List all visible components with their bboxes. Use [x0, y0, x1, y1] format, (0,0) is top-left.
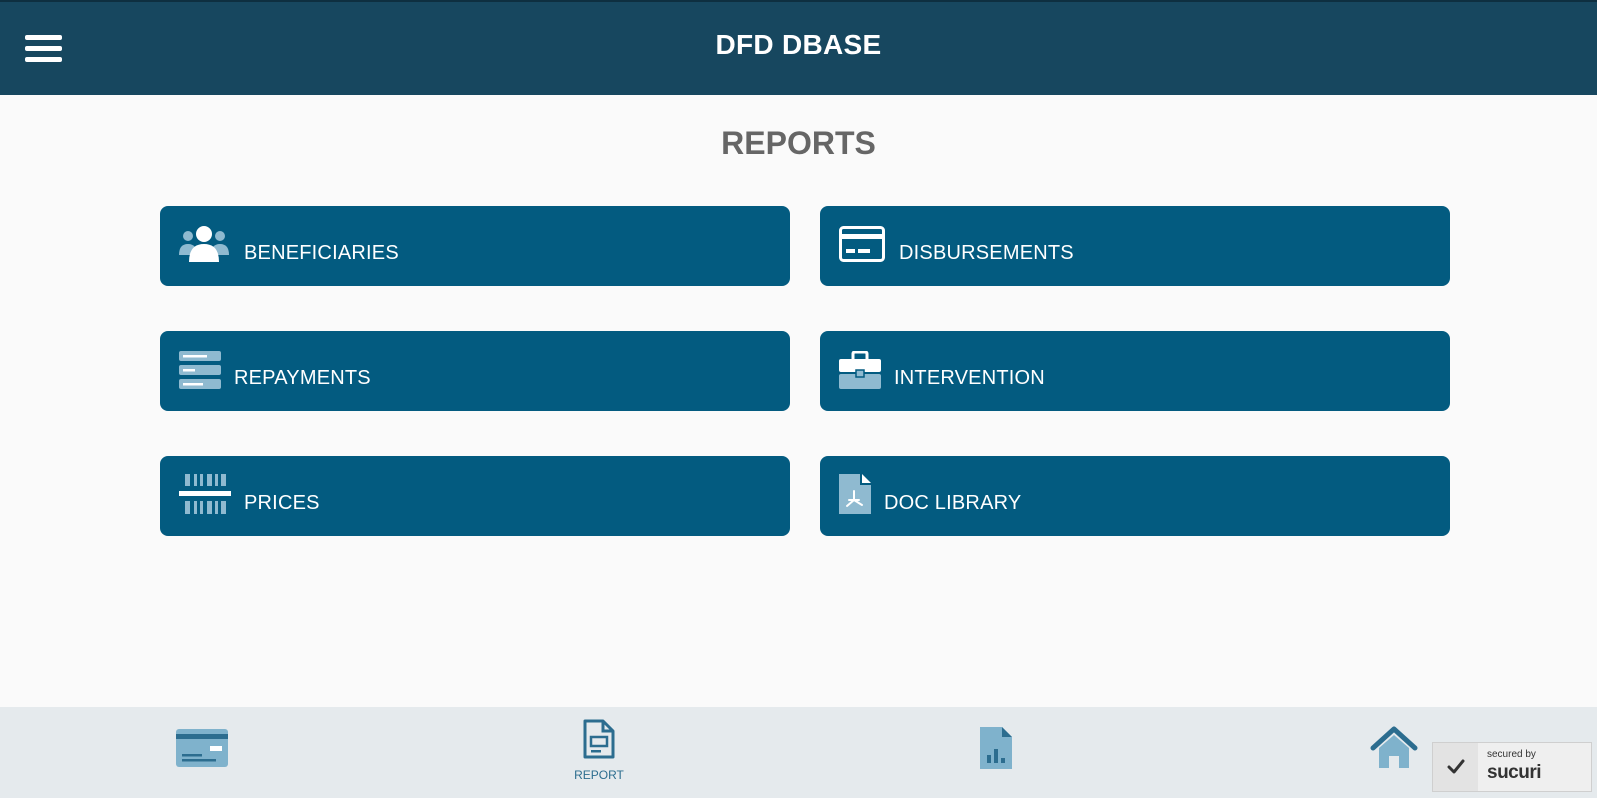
app-title: DFD DBASE — [715, 29, 882, 60]
nav-report-button[interactable]: REPORT — [559, 719, 639, 797]
app-header: DFD DBASE — [0, 0, 1597, 95]
bottom-nav: REPORT — [0, 707, 1597, 798]
prices-button[interactable]: PRICES — [160, 456, 790, 536]
tile-label: REPAYMENTS — [234, 367, 371, 389]
page-title: REPORTS — [721, 125, 876, 161]
nav-statistics-button[interactable] — [980, 727, 1012, 769]
nav-card-button[interactable] — [176, 729, 228, 769]
doc-library-button[interactable]: DOC LIBRARY — [820, 456, 1450, 536]
disbursements-button[interactable]: DISBURSEMENTS — [820, 206, 1450, 286]
tile-label: INTERVENTION — [894, 367, 1045, 389]
briefcase-icon — [839, 351, 881, 389]
sucuri-security-badge[interactable]: secured by sucuri — [1432, 742, 1592, 792]
badge-brand-text: sucuri — [1487, 762, 1542, 783]
beneficiaries-button[interactable]: BENEFICIARIES — [160, 206, 790, 286]
report-document-icon — [583, 719, 615, 759]
home-icon — [1370, 726, 1418, 768]
tile-label: DOC LIBRARY — [884, 492, 1022, 514]
credit-card-icon — [839, 226, 885, 262]
list-rows-icon — [179, 351, 221, 389]
checkmark-icon — [1433, 743, 1478, 791]
tile-label: DISBURSEMENTS — [899, 242, 1074, 264]
nav-home-button[interactable] — [1370, 726, 1418, 770]
barcode-icon — [179, 474, 231, 514]
intervention-button[interactable]: INTERVENTION — [820, 331, 1450, 411]
tile-label: PRICES — [244, 492, 320, 514]
repayments-button[interactable]: REPAYMENTS — [160, 331, 790, 411]
pdf-file-icon — [839, 474, 871, 514]
users-icon — [179, 226, 229, 262]
card-icon — [176, 729, 228, 767]
tile-label: BENEFICIARIES — [244, 242, 399, 264]
nav-report-label: REPORT — [574, 768, 624, 782]
chart-file-icon — [980, 727, 1012, 769]
badge-small-text: secured by — [1487, 749, 1536, 760]
